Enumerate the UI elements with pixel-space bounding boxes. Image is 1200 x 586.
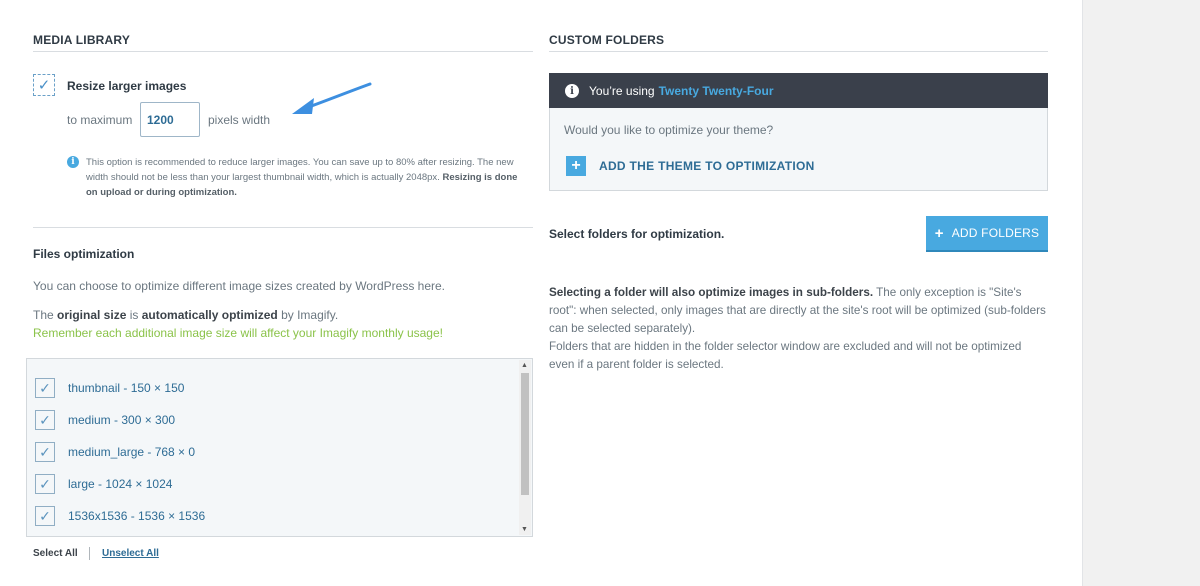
original-size-note-a: The [33,308,58,322]
original-size-note-b: original size [57,308,127,322]
max-width-input[interactable] [140,102,200,137]
checkmark-icon[interactable]: ✓ [35,506,55,526]
settings-panel: MEDIA LIBRARY ✓ Resize larger images to … [0,0,1082,586]
original-size-note: The original size is automatically optim… [33,308,338,322]
custom-folders-title: CUSTOM FOLDERS [549,33,665,47]
size-row-large[interactable]: ✓ large - 1024 × 1024 [35,473,172,495]
unselect-all-link[interactable]: Unselect All [102,548,159,559]
pixels-width-label: pixels width [208,113,271,127]
folder-description-bold: Selecting a folder will also optimize im… [549,286,874,299]
size-row-thumbnail[interactable]: ✓ thumbnail - 150 × 150 [35,377,184,399]
scroll-up-icon[interactable]: ▲ [521,362,528,369]
checkmark-icon[interactable]: ✓ [35,410,55,430]
image-sizes-list[interactable]: ✓ thumbnail - 150 × 150 ✓ medium - 300 ×… [26,358,533,537]
theme-question: Would you like to optimize your theme? [564,123,774,137]
theme-optimization-box: Would you like to optimize your theme? +… [549,108,1048,191]
original-size-note-d: automatically optimized [141,308,278,322]
plus-icon[interactable]: + [566,156,586,176]
size-label: medium - 300 × 300 [68,413,176,427]
checkmark-icon: ✓ [37,77,51,94]
theme-prefix: You’re using [589,83,655,98]
theme-name: Twenty Twenty-Four [658,83,774,98]
select-all-link[interactable]: Select All [33,548,78,559]
original-size-note-e: by Imagify. [277,308,339,322]
info-icon: i [67,156,79,168]
size-row-medium-large[interactable]: ✓ medium_large - 768 × 0 [35,441,195,463]
scrollbar-thumb[interactable] [521,373,529,495]
resize-label: Resize larger images [67,79,187,93]
folder-description: Selecting a folder will also optimize im… [549,284,1049,374]
files-optimization-title: Files optimization [33,247,135,261]
add-folders-button[interactable]: + ADD FOLDERS [926,216,1048,252]
size-label: large - 1024 × 1024 [68,477,173,491]
media-library-title: MEDIA LIBRARY [33,33,131,47]
resize-note: This option is recommended to reduce lar… [86,155,526,200]
info-icon: i [565,84,579,98]
checkmark-icon[interactable]: ✓ [35,378,55,398]
size-row-medium[interactable]: ✓ medium - 300 × 300 [35,409,175,431]
checkmark-icon[interactable]: ✓ [35,442,55,462]
media-library-divider [33,51,533,52]
plus-icon: + [934,224,944,242]
size-row-1536[interactable]: ✓ 1536x1536 - 1536 × 1536 [35,505,205,527]
custom-folders-divider [549,51,1048,52]
add-theme-link[interactable]: ADD THE THEME TO OPTIMIZATION [599,159,815,173]
link-separator [89,547,90,560]
size-label: medium_large - 768 × 0 [68,445,196,459]
files-optimization-intro: You can choose to optimize different ima… [33,279,446,293]
arrow-pointer-icon [292,82,372,114]
list-scrollbar[interactable]: ▲ ▼ [519,360,531,535]
folder-description-line2: Folders that are hidden in the folder se… [549,340,1022,371]
section-divider [33,227,533,228]
size-label: thumbnail - 150 × 150 [68,381,185,395]
scroll-down-icon[interactable]: ▼ [521,526,528,533]
panel-edge [1082,0,1083,586]
original-size-note-c: is [126,308,142,322]
usage-warning: Remember each additional image size will… [33,326,443,340]
resize-checkbox[interactable]: ✓ [33,74,55,96]
checkmark-icon[interactable]: ✓ [35,474,55,494]
size-label: 1536x1536 - 1536 × 1536 [68,509,206,523]
select-folders-label: Select folders for optimization. [549,227,725,241]
add-folders-label: ADD FOLDERS [951,226,1040,240]
to-maximum-label: to maximum [67,113,133,127]
current-theme-bar: i You’re using Twenty Twenty-Four [549,73,1048,108]
